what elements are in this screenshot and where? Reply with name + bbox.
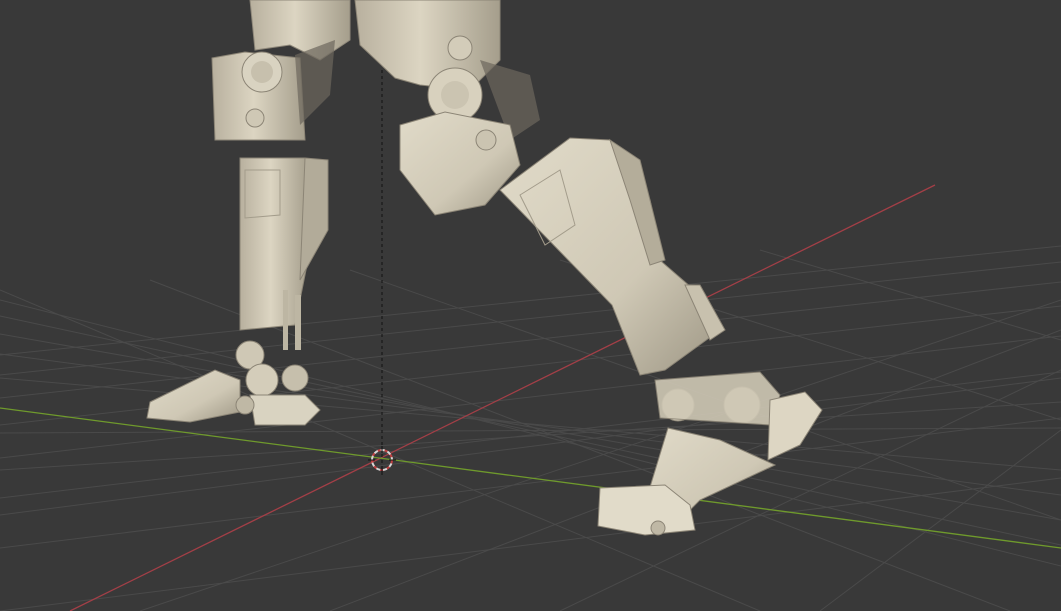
- robot-right-leg[interactable]: [354, 0, 823, 536]
- 3d-viewport[interactable]: [0, 0, 1061, 611]
- robot-left-leg[interactable]: [146, 0, 351, 426]
- viewport-canvas[interactable]: [0, 0, 1061, 611]
